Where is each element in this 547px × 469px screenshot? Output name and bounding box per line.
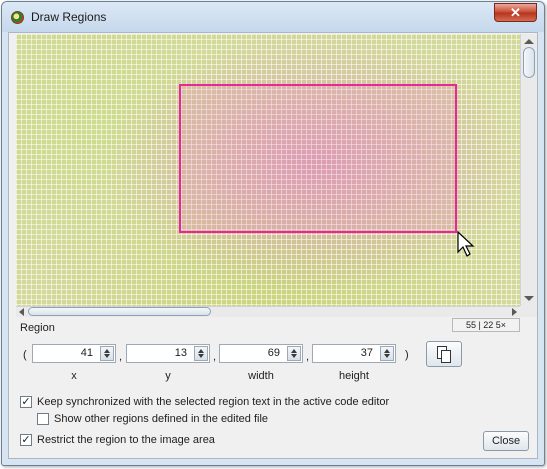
window-title: Draw Regions — [31, 10, 107, 24]
dialog-content: 55 | 22 5× Region ( 41 , 13 , 69 , 37 ) … — [8, 32, 538, 459]
x-spinner[interactable]: 41 — [32, 344, 116, 363]
y-value[interactable]: 13 — [127, 347, 187, 359]
separator: , — [213, 351, 217, 363]
height-stepper-buttons[interactable] — [380, 346, 394, 361]
horizontal-scrollbar[interactable] — [16, 306, 520, 317]
keep-sync-label[interactable]: Keep synchronized with the selected regi… — [37, 396, 389, 408]
restrict-region-checkbox[interactable]: ✓ — [20, 434, 32, 446]
scrollbar-corner — [520, 306, 537, 317]
draw-regions-window: Draw Regions ✕ 55 | 22 5× Region ( 41 , … — [1, 1, 545, 466]
y-stepper-buttons[interactable] — [194, 346, 208, 361]
app-icon — [11, 11, 24, 24]
keep-sync-checkbox[interactable]: ✓ — [20, 396, 32, 408]
width-spinner[interactable]: 69 — [219, 344, 303, 363]
close-paren: ) — [405, 349, 409, 361]
height-caption: height — [339, 370, 369, 382]
scroll-up-icon[interactable] — [524, 39, 534, 44]
x-caption: x — [71, 370, 77, 382]
region-rectangle[interactable] — [179, 84, 457, 233]
region-heading: Region — [20, 322, 55, 334]
horizontal-scroll-thumb[interactable] — [28, 307, 211, 316]
show-other-regions-checkbox[interactable] — [37, 413, 49, 425]
copy-button[interactable] — [426, 341, 462, 367]
vertical-scrollbar[interactable] — [520, 34, 537, 306]
show-other-regions-label[interactable]: Show other regions defined in the edited… — [54, 413, 268, 425]
restrict-region-label[interactable]: Restrict the region to the image area — [37, 434, 215, 446]
width-value[interactable]: 69 — [220, 347, 280, 359]
height-spinner[interactable]: 37 — [312, 344, 396, 363]
x-stepper-buttons[interactable] — [100, 346, 114, 361]
separator: , — [306, 351, 310, 363]
open-paren: ( — [23, 349, 27, 361]
close-button[interactable]: Close — [483, 431, 529, 451]
image-canvas[interactable] — [16, 34, 520, 306]
scroll-right-icon[interactable] — [512, 308, 517, 316]
width-caption: width — [248, 370, 274, 382]
zoom-status: 55 | 22 5× — [452, 318, 520, 332]
scroll-down-icon[interactable] — [524, 296, 534, 301]
vertical-scroll-thumb[interactable] — [523, 47, 535, 78]
mouse-pointer-icon — [457, 230, 475, 257]
width-stepper-buttons[interactable] — [287, 346, 301, 361]
y-caption: y — [165, 370, 171, 382]
title-bar[interactable]: Draw Regions ✕ — [2, 2, 544, 32]
window-close-button[interactable]: ✕ — [494, 3, 537, 22]
scroll-left-icon[interactable] — [19, 308, 24, 316]
height-value[interactable]: 37 — [313, 347, 373, 359]
separator: , — [119, 351, 123, 363]
y-spinner[interactable]: 13 — [126, 344, 210, 363]
x-value[interactable]: 41 — [33, 347, 93, 359]
